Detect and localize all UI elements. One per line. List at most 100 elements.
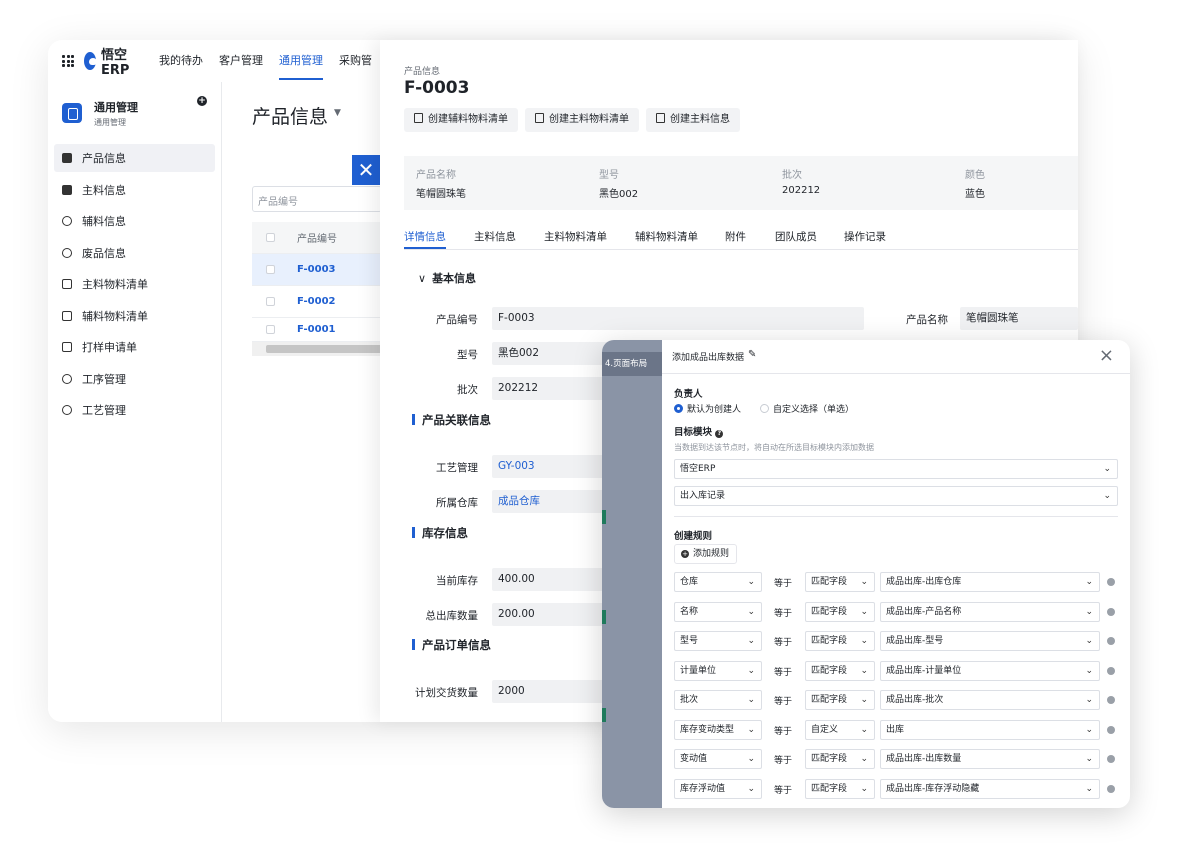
- warehouse-link[interactable]: 成品仓库: [492, 490, 612, 513]
- rule-field-select[interactable]: 库存变动类型 ⌄: [674, 720, 762, 740]
- sidebar-item-product-info[interactable]: 产品信息: [54, 144, 215, 172]
- table-row[interactable]: F-0003: [252, 254, 382, 286]
- rule-mode-select[interactable]: 匹配字段 ⌄: [805, 749, 875, 769]
- rules-label: 创建规则: [674, 531, 713, 542]
- sidebar-item-craft[interactable]: 工艺管理: [54, 396, 215, 424]
- remove-rule-icon[interactable]: [1107, 785, 1115, 793]
- remove-rule-icon[interactable]: [1107, 755, 1115, 763]
- section-basic-info[interactable]: 基本信息: [418, 270, 476, 286]
- outbound-field[interactable]: 200.00: [492, 603, 612, 626]
- rule-field-select[interactable]: 计量单位 ⌄: [674, 661, 762, 681]
- tab-aux-bom[interactable]: 辅料物料清单: [635, 229, 698, 244]
- nav-customer[interactable]: 客户管理: [219, 40, 263, 82]
- chevron-down-icon: ⌄: [1085, 754, 1093, 764]
- sidebar-item-waste[interactable]: 废品信息: [54, 239, 215, 267]
- chevron-down-icon: ⌄: [1085, 577, 1093, 587]
- detail-tabs: 详情信息 主料信息 主料物料清单 辅料物料清单 附件 团队成员 操作记录: [404, 226, 1078, 250]
- chevron-down-icon: ⌄: [1103, 464, 1111, 474]
- table-row[interactable]: F-0002: [252, 286, 382, 318]
- layout-step-label: 4.页面布局: [602, 352, 662, 376]
- plan-field[interactable]: 2000: [492, 680, 612, 703]
- rule-value-select[interactable]: 成品出库-产品名称 ⌄: [880, 602, 1100, 622]
- tab-main-bom[interactable]: 主料物料清单: [544, 229, 607, 244]
- add-icon[interactable]: +: [197, 96, 207, 106]
- nav-purchase[interactable]: 采购管: [339, 40, 372, 82]
- tab-details[interactable]: 详情信息: [404, 229, 446, 249]
- remove-rule-icon[interactable]: [1107, 608, 1115, 616]
- close-icon[interactable]: ✕: [352, 155, 380, 185]
- row-checkbox[interactable]: [266, 297, 275, 306]
- rule-field-select[interactable]: 名称 ⌄: [674, 602, 762, 622]
- batch-field[interactable]: 202212: [492, 377, 612, 400]
- help-icon[interactable]: ?: [715, 430, 724, 438]
- sidebar-item-main-material[interactable]: 主料信息: [54, 176, 215, 204]
- rule-value-select[interactable]: 成品出库-出库仓库 ⌄: [880, 572, 1100, 592]
- create-main-bom-button[interactable]: 创建主料物料清单: [525, 108, 639, 132]
- product-code-field[interactable]: F-0003: [492, 307, 864, 330]
- rule-field-select[interactable]: 变动值 ⌄: [674, 749, 762, 769]
- remove-rule-icon[interactable]: [1107, 726, 1115, 734]
- remove-rule-icon[interactable]: [1107, 667, 1115, 675]
- process-link[interactable]: GY-003: [492, 455, 612, 478]
- chevron-down-icon: ⌄: [747, 607, 755, 617]
- caret-down-icon[interactable]: ▼: [334, 108, 341, 118]
- owner-radio-custom[interactable]: 自定义选择（单选）: [760, 402, 854, 415]
- product-name-field[interactable]: 笔帽圆珠笔: [960, 307, 1078, 330]
- app-grid-icon[interactable]: [62, 55, 74, 67]
- select-all-checkbox[interactable]: [266, 233, 275, 242]
- close-icon[interactable]: ×: [1099, 345, 1114, 366]
- add-rule-button[interactable]: + 添加规则: [674, 544, 738, 564]
- nav-general[interactable]: 通用管理: [279, 40, 323, 82]
- sidebar-item-aux-material[interactable]: 辅料信息: [54, 207, 215, 235]
- horizontal-scrollbar[interactable]: [252, 342, 382, 356]
- model-field[interactable]: 黑色002: [492, 342, 612, 365]
- field-label: 所属仓库: [436, 497, 478, 509]
- target-module-select[interactable]: 出入库记录 ⌄: [674, 486, 1118, 506]
- process-icon: [62, 373, 72, 384]
- rule-mode-select[interactable]: 匹配字段 ⌄: [805, 690, 875, 710]
- nav-todo[interactable]: 我的待办: [159, 40, 203, 82]
- rule-mode-select[interactable]: 匹配字段 ⌄: [805, 631, 875, 651]
- rule-field-select[interactable]: 型号 ⌄: [674, 631, 762, 651]
- rule-mode-select[interactable]: 匹配字段 ⌄: [805, 661, 875, 681]
- remove-rule-icon[interactable]: [1107, 637, 1115, 645]
- rule-field-select[interactable]: 批次 ⌄: [674, 690, 762, 710]
- logo-icon: [84, 52, 97, 70]
- rule-value-select[interactable]: 成品出库-批次 ⌄: [880, 690, 1100, 710]
- create-aux-bom-button[interactable]: 创建辅料物料清单: [404, 108, 518, 132]
- sidebar-item-process[interactable]: 工序管理: [54, 365, 215, 393]
- rule-mode-select[interactable]: 匹配字段 ⌄: [805, 572, 875, 592]
- target-app-select[interactable]: 悟空ERP ⌄: [674, 459, 1118, 479]
- row-checkbox[interactable]: [266, 265, 275, 274]
- field-label: 型号: [457, 349, 478, 361]
- rule-value-select[interactable]: 成品出库-库存浮动隐藏 ⌄: [880, 779, 1100, 799]
- tab-main-material[interactable]: 主料信息: [474, 229, 516, 244]
- edit-icon[interactable]: ✎: [748, 349, 756, 360]
- rule-operator: 等于: [774, 756, 793, 766]
- rule-mode-select[interactable]: 自定义 ⌄: [805, 720, 875, 740]
- remove-rule-icon[interactable]: [1107, 696, 1115, 704]
- row-checkbox[interactable]: [266, 325, 275, 334]
- rule-field-select[interactable]: 仓库 ⌄: [674, 572, 762, 592]
- search-input[interactable]: 产品编号: [252, 186, 382, 212]
- rule-value-select[interactable]: 成品出库-计量单位 ⌄: [880, 661, 1100, 681]
- chevron-down-icon: ⌄: [860, 784, 868, 794]
- table-row[interactable]: F-0001: [252, 318, 382, 342]
- stock-field[interactable]: 400.00: [492, 568, 612, 591]
- rule-mode-select[interactable]: 匹配字段 ⌄: [805, 602, 875, 622]
- create-main-material-button[interactable]: 创建主料信息: [646, 108, 740, 132]
- rule-value-select[interactable]: 成品出库-出库数量 ⌄: [880, 749, 1100, 769]
- tab-team[interactable]: 团队成员: [775, 229, 817, 244]
- rule-field-select[interactable]: 库存浮动值 ⌄: [674, 779, 762, 799]
- tab-logs[interactable]: 操作记录: [844, 229, 886, 244]
- rule-mode-select[interactable]: 匹配字段 ⌄: [805, 779, 875, 799]
- chevron-down-icon: ⌄: [860, 725, 868, 735]
- tab-attachments[interactable]: 附件: [725, 229, 746, 244]
- owner-radio-default[interactable]: 默认为创建人: [674, 402, 741, 415]
- sidebar-item-main-bom[interactable]: 主料物料清单: [54, 270, 215, 298]
- remove-rule-icon[interactable]: [1107, 578, 1115, 586]
- rule-value-select[interactable]: 成品出库-型号 ⌄: [880, 631, 1100, 651]
- sidebar-item-aux-bom[interactable]: 辅料物料清单: [54, 302, 215, 330]
- sidebar-item-sample[interactable]: 打样申请单: [54, 333, 215, 361]
- rule-value-select[interactable]: 出库 ⌄: [880, 720, 1100, 740]
